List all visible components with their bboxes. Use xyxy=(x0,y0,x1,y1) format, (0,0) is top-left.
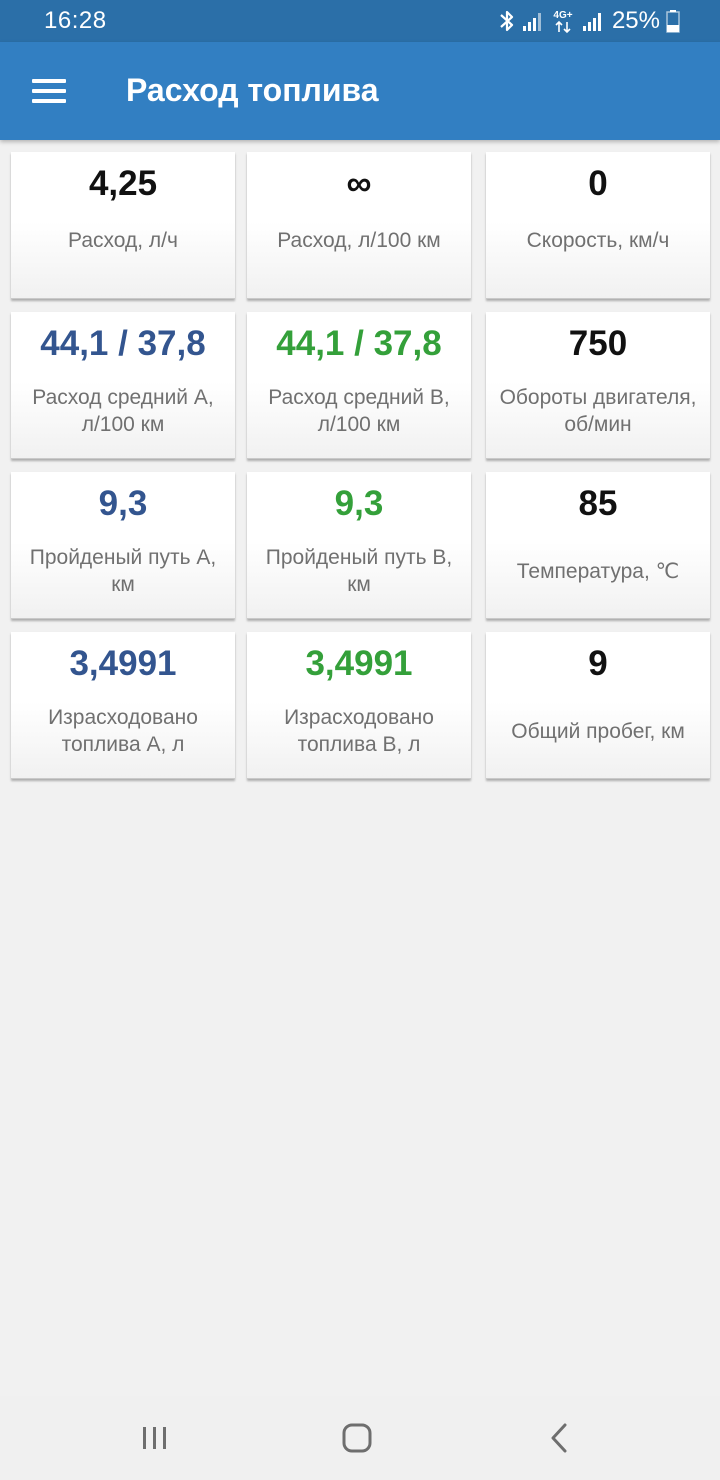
tile-distance-b[interactable]: 9,3 Пройденый путь B, км xyxy=(247,472,471,619)
tile-label: Расход, л/100 км xyxy=(277,228,441,252)
tile-speed[interactable]: 0 Скорость, км/ч xyxy=(486,152,710,299)
tile-value: 44,1 / 37,8 xyxy=(276,324,442,363)
battery-percent: 25% xyxy=(611,7,660,34)
network-type-label: 4G+ xyxy=(553,10,572,21)
status-icons: 4G+ 25% xyxy=(498,6,680,36)
signal-icon xyxy=(582,13,601,31)
bluetooth-icon xyxy=(500,10,514,32)
tile-total-mileage[interactable]: 9 Общий пробег, км xyxy=(486,632,710,779)
signal-icon xyxy=(522,13,541,31)
tile-fuel-used-a[interactable]: 3,4991 Израсходовано топлива A, л xyxy=(11,632,235,779)
tile-value: 85 xyxy=(578,484,618,523)
network-type-icon: 4G+ xyxy=(553,10,573,34)
battery-icon xyxy=(666,10,680,33)
tile-label: Температура, ℃ xyxy=(516,559,680,583)
tile-label: Расход средний A, л/100 км xyxy=(32,386,214,436)
tile-avg-consumption-b[interactable]: 44,1 / 37,8 Расход средний B, л/100 км xyxy=(247,312,471,459)
tile-value: 9,3 xyxy=(334,484,384,523)
tile-value: 3,4991 xyxy=(69,644,177,683)
tile-value: 0 xyxy=(588,164,608,203)
system-nav-bar xyxy=(0,1396,720,1480)
tile-label: Пройденый путь A, км xyxy=(29,546,217,596)
tile-value: 750 xyxy=(568,324,628,363)
tile-label: Расход, л/ч xyxy=(68,228,178,252)
status-bar: 16:28 4G+ 25% xyxy=(0,0,720,42)
tile-label: Пройденый путь B, км xyxy=(265,546,453,596)
back-icon[interactable] xyxy=(535,1414,583,1462)
tile-value: 44,1 / 37,8 xyxy=(40,324,206,363)
home-icon[interactable] xyxy=(333,1414,381,1462)
menu-icon[interactable] xyxy=(32,79,66,103)
tile-avg-consumption-a[interactable]: 44,1 / 37,8 Расход средний A, л/100 км xyxy=(11,312,235,459)
tile-value: 9,3 xyxy=(98,484,148,523)
tile-distance-a[interactable]: 9,3 Пройденый путь A, км xyxy=(11,472,235,619)
tile-label: Общий пробег, км xyxy=(511,719,685,743)
recent-apps-icon[interactable] xyxy=(131,1414,179,1462)
tile-value: 4,25 xyxy=(88,164,158,203)
status-time: 16:28 xyxy=(44,7,107,34)
app-bar: Расход топлива xyxy=(0,42,720,140)
tile-temperature[interactable]: 85 Температура, ℃ xyxy=(486,472,710,619)
tile-label: Расход средний B, л/100 км xyxy=(268,386,450,436)
tile-consumption-per-100km[interactable]: ∞ Расход, л/100 км xyxy=(247,152,471,299)
tile-label: Израсходовано топлива B, л xyxy=(284,706,434,756)
tile-engine-rpm[interactable]: 750 Обороты двигателя, об/мин xyxy=(486,312,710,459)
tile-value: 3,4991 xyxy=(305,644,413,683)
tile-value: ∞ xyxy=(346,164,372,203)
tile-label: Обороты двигателя, об/мин xyxy=(499,386,697,436)
tile-consumption-per-hour[interactable]: 4,25 Расход, л/ч xyxy=(11,152,235,299)
tile-fuel-used-b[interactable]: 3,4991 Израсходовано топлива B, л xyxy=(247,632,471,779)
tile-value: 9 xyxy=(588,644,608,683)
page-title: Расход топлива xyxy=(126,72,379,108)
tile-label: Скорость, км/ч xyxy=(526,228,670,252)
tile-label: Израсходовано топлива A, л xyxy=(48,706,198,756)
